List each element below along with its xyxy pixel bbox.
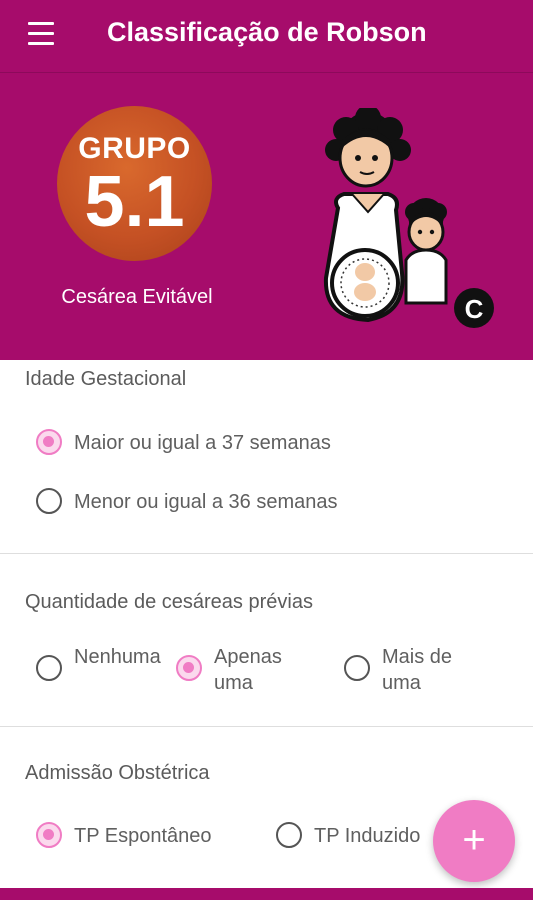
radio-selected-icon — [36, 429, 62, 455]
group-badge: GRUPO 5.1 — [57, 106, 212, 261]
mother-baby-illustration: C — [323, 108, 494, 328]
add-button[interactable]: + — [433, 800, 515, 882]
radio-label: TP Induzido — [314, 825, 421, 847]
radio-label: Nenhuma — [74, 646, 161, 668]
radio-unselected-icon — [36, 655, 62, 681]
page-title: Classificação de Robson — [107, 17, 427, 47]
radio-label: Maior ou igual a 37 semanas — [74, 432, 331, 454]
bottom-bar — [0, 888, 533, 900]
group-badge-number: 5.1 — [84, 162, 185, 242]
radio-selected-icon — [36, 822, 62, 848]
group-badge-label: GRUPO — [78, 132, 191, 165]
hamburger-menu-icon[interactable] — [26, 22, 56, 46]
radio-unselected-icon — [344, 655, 370, 681]
radio-label: Mais de uma — [382, 646, 453, 694]
radio-selected-icon — [176, 655, 202, 681]
child-figure — [404, 198, 448, 305]
illustration-letter: C — [465, 294, 484, 324]
radio-label: Apenas uma — [214, 646, 282, 694]
section-title-previous-cesareans: Quantidade de cesáreas prévias — [25, 591, 313, 613]
radio-label: TP Espontâneo — [74, 825, 212, 847]
radio-label: Menor ou igual a 36 semanas — [74, 491, 338, 513]
radio-unselected-icon — [36, 488, 62, 514]
radio-unselected-icon — [276, 822, 302, 848]
classification-subtitle: Cesárea Evitável — [61, 286, 213, 308]
section-divider — [0, 726, 533, 727]
plus-icon: + — [462, 818, 486, 862]
app-bar: Classificação de Robson — [0, 0, 533, 73]
section-title-gestational-age: Idade Gestacional — [25, 368, 187, 390]
section-divider — [0, 553, 533, 554]
section-title-obstetric-admission: Admissão Obstétrica — [25, 762, 210, 784]
